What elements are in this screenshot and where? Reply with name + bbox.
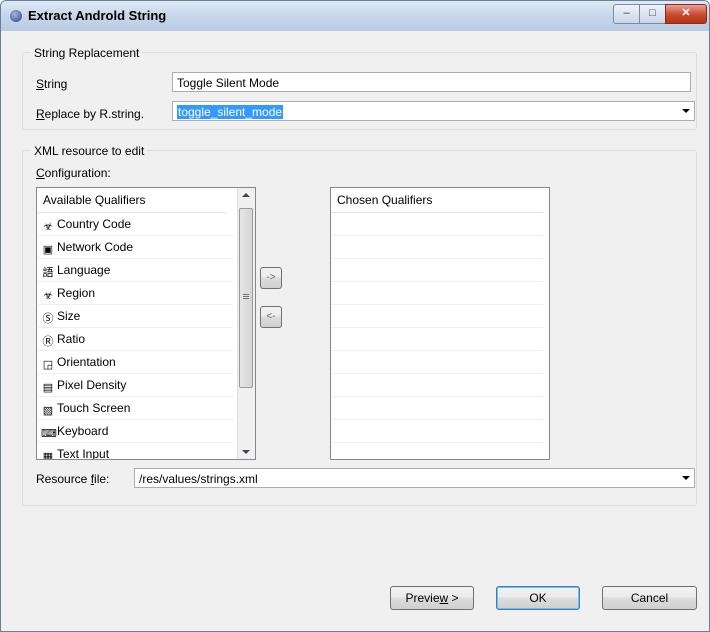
scroll-thumb[interactable] xyxy=(239,208,253,388)
size-icon: Ⓢ xyxy=(42,313,54,325)
keyboard-icon: ⌨ xyxy=(41,428,57,440)
configuration-label: Configuration: xyxy=(36,166,111,180)
chosen-qualifier-empty-row xyxy=(331,259,543,282)
string-input[interactable]: Toggle Silent Mode xyxy=(172,72,691,92)
qualifier-label: Country Code xyxy=(57,217,132,231)
maximize-button[interactable]: □ xyxy=(639,4,666,24)
available-qualifiers-header: Available Qualifiers xyxy=(37,188,227,213)
text-input-icon: ▦ xyxy=(42,451,54,460)
language-icon: 語 xyxy=(42,267,54,279)
available-qualifier-item[interactable]: 語 Language xyxy=(37,259,233,282)
chosen-qualifier-empty-row xyxy=(331,236,543,259)
chosen-qualifier-empty-row xyxy=(331,213,543,236)
qualifier-label: Size xyxy=(57,309,81,323)
chosen-qualifier-empty-row xyxy=(331,328,543,351)
title-bar[interactable]: Extract Androld String – □ ✕ xyxy=(1,1,709,31)
replace-value: toggle_silent_mode xyxy=(177,105,284,119)
window-title: Extract Androld String xyxy=(28,8,167,23)
available-qualifier-item[interactable]: ☣ Region xyxy=(37,282,233,305)
qualifier-label: Network Code xyxy=(57,240,134,254)
country-code-icon: ☣ xyxy=(43,221,53,233)
minimize-button[interactable]: – xyxy=(613,4,640,24)
scroll-down-icon[interactable] xyxy=(242,450,250,454)
replace-label: Replace by R.string. xyxy=(36,107,145,121)
available-qualifier-item[interactable]: Ⓢ Size xyxy=(37,305,233,328)
add-qualifier-button[interactable]: -> xyxy=(260,267,282,289)
available-qualifiers-list[interactable]: Available Qualifiers ☣ Country Code ▣ Netwo… xyxy=(36,187,256,460)
available-qualifier-item[interactable]: ☣ Country Code xyxy=(37,213,233,236)
ratio-icon: Ⓡ xyxy=(42,336,54,348)
chevron-down-icon[interactable] xyxy=(682,476,690,480)
cancel-button[interactable]: Cancel xyxy=(602,586,697,610)
ok-button[interactable]: OK xyxy=(496,586,580,610)
close-button[interactable]: ✕ xyxy=(665,4,707,24)
available-qualifier-item[interactable]: ⌨Keyboard xyxy=(37,420,233,443)
remove-qualifier-button[interactable]: <- xyxy=(260,306,282,328)
available-qualifier-item[interactable]: Ⓡ Ratio xyxy=(37,328,233,351)
resource-file-combo[interactable]: /res/values/strings.xml xyxy=(134,468,695,488)
preview-button[interactable]: Preview > xyxy=(390,586,474,610)
qualifier-label: Pixel Density xyxy=(57,378,127,392)
chosen-qualifier-empty-row xyxy=(331,351,543,374)
resource-file-label: Resource file: xyxy=(36,472,110,486)
available-qualifier-item[interactable]: ▧ Touch Screen xyxy=(37,397,233,420)
vertical-scrollbar[interactable] xyxy=(237,188,255,459)
replace-combo[interactable]: toggle_silent_mode xyxy=(172,101,695,121)
qualifier-label: Orientation xyxy=(57,355,116,369)
qualifier-label: Language xyxy=(57,263,111,277)
string-label: String xyxy=(36,77,68,91)
xml-resource-legend: XML resource to edit xyxy=(31,144,148,158)
chosen-qualifier-empty-row xyxy=(331,282,543,305)
qualifier-label: Ratio xyxy=(57,332,86,346)
chosen-qualifier-empty-row xyxy=(331,305,543,328)
qualifier-label: Region xyxy=(57,286,96,300)
available-qualifier-item[interactable]: ◲ Orientation xyxy=(37,351,233,374)
qualifier-label: Keyboard xyxy=(57,424,109,438)
available-qualifier-item[interactable]: ▦ Text Input xyxy=(37,443,233,460)
scroll-up-icon[interactable] xyxy=(242,193,250,197)
chosen-qualifier-empty-row xyxy=(331,420,543,443)
chosen-qualifier-empty-row xyxy=(331,443,543,459)
string-replacement-legend: String Replacement xyxy=(31,46,143,60)
pixel-density-icon: ▤ xyxy=(42,382,54,394)
network-code-icon: ▣ xyxy=(42,244,54,256)
qualifier-label: Touch Screen xyxy=(57,401,131,415)
available-qualifier-item[interactable]: ▣ Network Code xyxy=(37,236,233,259)
chosen-qualifiers-header: Chosen Qualifiers xyxy=(331,188,543,213)
available-qualifier-item[interactable]: ▤ Pixel Density xyxy=(37,374,233,397)
touch-screen-icon: ▧ xyxy=(42,405,54,417)
eclipse-icon xyxy=(10,10,22,22)
region-icon: ☣ xyxy=(43,290,53,302)
qualifier-label: Text Input xyxy=(57,447,110,460)
dialog-window: Extract Androld String – □ ✕ String Repl… xyxy=(0,0,710,632)
chosen-qualifier-empty-row xyxy=(331,397,543,420)
dialog-body: String Replacement String Toggle Silent … xyxy=(9,32,702,623)
orientation-icon: ◲ xyxy=(42,359,54,371)
resource-file-value: /res/values/strings.xml xyxy=(139,472,258,486)
chosen-qualifiers-list[interactable]: Chosen Qualifiers xyxy=(330,187,550,460)
chevron-down-icon[interactable] xyxy=(682,109,690,113)
chosen-qualifier-empty-row xyxy=(331,374,543,397)
